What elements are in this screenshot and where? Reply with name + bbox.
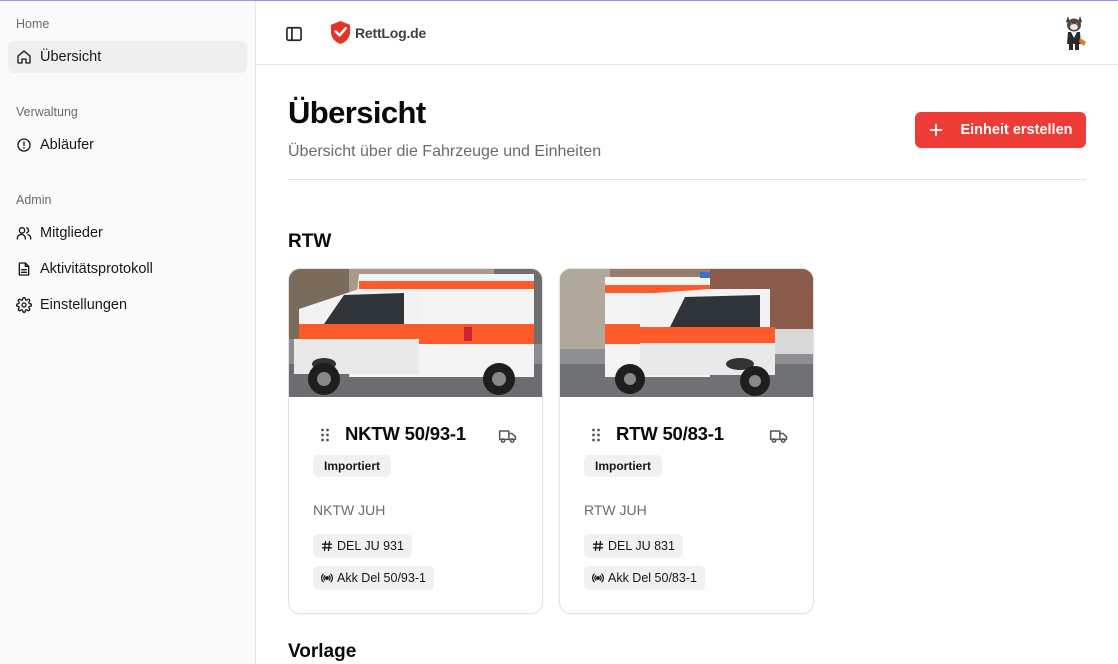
sidebar-item-aktivitaetsprotokoll[interactable]: Aktivitätsprotokoll bbox=[8, 253, 247, 285]
radio-text: Akk Del 50/93-1 bbox=[337, 571, 426, 585]
top-bar: RettLog.de bbox=[256, 1, 1118, 65]
sidebar-item-ablaeufer[interactable]: Abläufer bbox=[8, 129, 247, 161]
radio-text: Akk Del 50/83-1 bbox=[608, 571, 697, 585]
sidebar-item-mitglieder[interactable]: Mitglieder bbox=[8, 217, 247, 249]
page-title: Übersicht bbox=[288, 95, 426, 130]
users-icon bbox=[16, 225, 32, 241]
plate-text: DEL JU 831 bbox=[608, 539, 675, 553]
status-badge: Importiert bbox=[584, 455, 663, 477]
vehicle-photo bbox=[289, 269, 542, 397]
radio-icon bbox=[592, 572, 604, 584]
sidebar-group-verwaltung: Verwaltung bbox=[16, 105, 78, 119]
alert-circle-icon bbox=[16, 137, 32, 153]
sidebar-item-label: Aktivitätsprotokoll bbox=[40, 261, 153, 277]
vehicle-photo bbox=[560, 269, 813, 397]
vehicle-name: RTW 50/83-1 bbox=[616, 423, 724, 444]
sidebar: Home Übersicht Verwaltung Abläufer Admin… bbox=[0, 1, 256, 664]
hash-icon bbox=[592, 540, 604, 552]
brand-logo[interactable]: RettLog.de bbox=[329, 20, 426, 45]
hash-icon bbox=[321, 540, 333, 552]
plate-chip: DEL JU 931 bbox=[313, 534, 412, 558]
sidebar-toggle-icon[interactable] bbox=[284, 24, 304, 44]
radio-chip: Akk Del 50/83-1 bbox=[584, 566, 705, 590]
sidebar-item-label: Abläufer bbox=[40, 137, 95, 153]
truck-icon bbox=[498, 426, 518, 446]
drag-handle-icon[interactable] bbox=[590, 428, 602, 442]
radio-chip: Akk Del 50/93-1 bbox=[313, 566, 434, 590]
sidebar-item-label: Mitglieder bbox=[40, 225, 103, 241]
sidebar-item-label: Einstellungen bbox=[40, 297, 128, 313]
brand-name: RettLog.de bbox=[355, 24, 427, 41]
vehicle-card[interactable]: RTW 50/83-1 Importiert RTW JUH DEL JU 83… bbox=[559, 268, 814, 614]
file-text-icon bbox=[16, 261, 32, 277]
plate-chip: DEL JU 831 bbox=[584, 534, 683, 558]
sidebar-group-home: Home bbox=[16, 17, 50, 31]
sidebar-item-einstellungen[interactable]: Einstellungen bbox=[8, 289, 247, 321]
vehicle-type: RTW JUH bbox=[584, 502, 647, 518]
shield-logo-icon bbox=[330, 21, 351, 44]
section-title-vorlage: Vorlage bbox=[288, 641, 357, 662]
vehicle-name: NKTW 50/93-1 bbox=[345, 423, 466, 444]
sidebar-group-admin: Admin bbox=[16, 193, 52, 207]
section-title-rtw: RTW bbox=[288, 231, 332, 252]
page-subtitle: Übersicht über die Fahrzeuge und Einheit… bbox=[288, 143, 602, 160]
sidebar-item-uebersicht[interactable]: Übersicht bbox=[8, 41, 247, 73]
plus-icon bbox=[928, 122, 944, 138]
home-icon bbox=[16, 49, 32, 65]
radio-icon bbox=[321, 572, 333, 584]
drag-handle-icon[interactable] bbox=[319, 428, 331, 442]
gear-icon bbox=[16, 297, 32, 313]
header-divider bbox=[288, 179, 1086, 180]
vehicle-type: NKTW JUH bbox=[313, 502, 386, 518]
avatar[interactable] bbox=[1060, 12, 1088, 52]
create-unit-label: Einheit erstellen bbox=[960, 122, 1073, 138]
vehicle-card[interactable]: NKTW 50/93-1 Importiert NKTW JUH DEL JU … bbox=[288, 268, 543, 614]
sidebar-item-label: Übersicht bbox=[40, 49, 102, 65]
truck-icon bbox=[769, 426, 789, 446]
status-badge: Importiert bbox=[313, 455, 392, 477]
plate-text: DEL JU 931 bbox=[337, 539, 404, 553]
create-unit-button[interactable]: Einheit erstellen bbox=[915, 112, 1086, 148]
